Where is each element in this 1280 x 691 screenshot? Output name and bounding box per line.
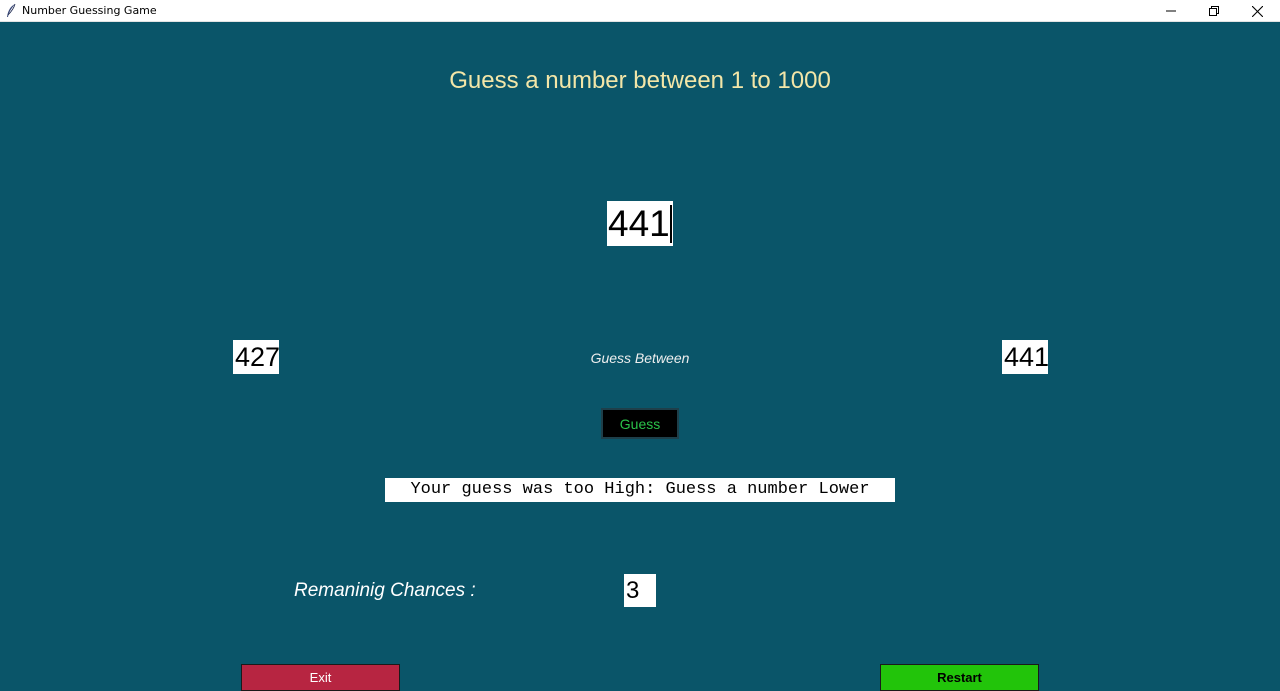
restore-icon[interactable] xyxy=(1194,0,1234,22)
guess-input[interactable] xyxy=(607,201,673,246)
text-caret xyxy=(670,205,672,243)
restart-button[interactable]: Restart xyxy=(880,664,1039,691)
close-icon[interactable] xyxy=(1237,0,1277,22)
minimize-icon[interactable] xyxy=(1151,0,1191,22)
window-titlebar: Number Guessing Game xyxy=(0,0,1280,22)
exit-button[interactable]: Exit xyxy=(241,664,400,691)
feather-icon xyxy=(5,3,17,19)
guess-button[interactable]: Guess xyxy=(601,408,679,439)
game-panel: Guess a number between 1 to 1000 427 Gue… xyxy=(0,22,1280,691)
remaining-chances-value: 3 xyxy=(624,574,656,607)
range-high-value: 441 xyxy=(1002,340,1050,374)
remaining-chances-label: Remaninig Chances : xyxy=(294,580,476,601)
window-title: Number Guessing Game xyxy=(22,4,157,17)
guess-between-label: Guess Between xyxy=(590,350,690,366)
game-heading: Guess a number between 1 to 1000 xyxy=(449,67,831,94)
result-message: Your guess was too High: Guess a number … xyxy=(385,478,895,502)
